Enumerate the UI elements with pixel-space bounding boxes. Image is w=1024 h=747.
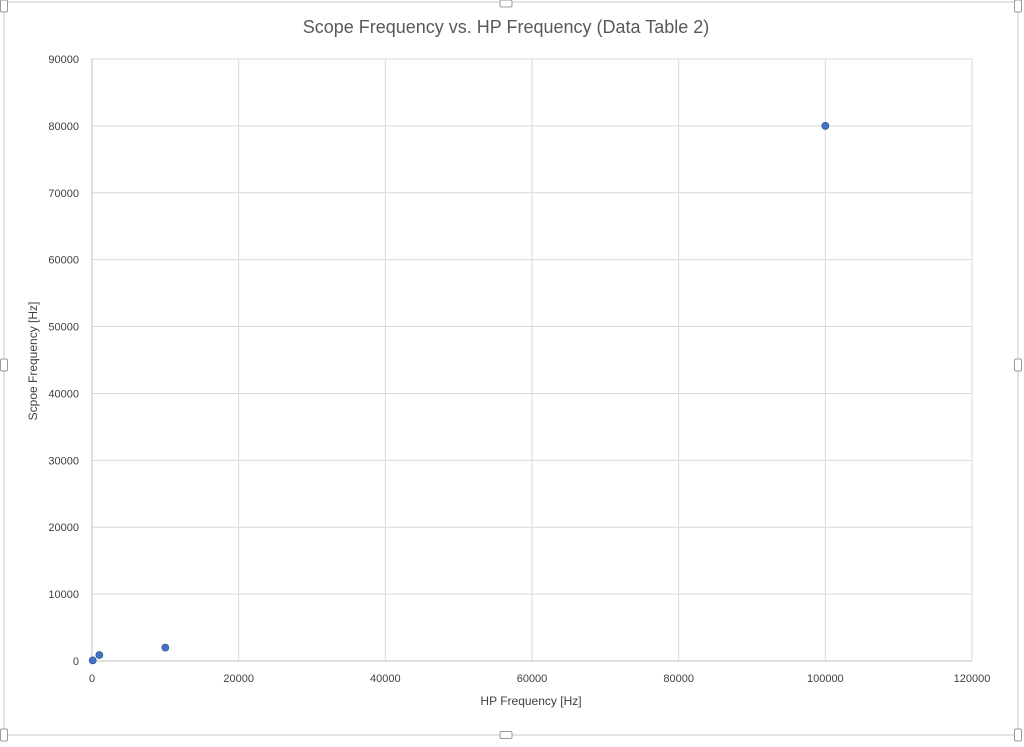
resize-handles [0, 0, 1022, 742]
y-tick-label: 0 [73, 656, 79, 668]
data-point [821, 122, 830, 130]
x-tick-label: 100000 [807, 673, 844, 685]
data-point [95, 651, 104, 659]
resize-handle [1014, 358, 1022, 372]
y-tick-label: 40000 [48, 388, 79, 400]
tick-labels: 0 20000 40000 60000 80000 100000 120000 0 10000 2… [48, 54, 990, 685]
resize-handle [0, 728, 8, 742]
y-tick-label: 10000 [48, 589, 79, 601]
y-axis-title: Scpoe Frequency [Hz] [26, 302, 40, 421]
x-tick-label: 80000 [663, 673, 694, 685]
y-tick-label: 50000 [48, 322, 79, 334]
x-tick-label: 120000 [954, 673, 991, 685]
x-axis-title: HP Frequency [Hz] [480, 694, 581, 708]
resize-handle [1014, 728, 1022, 742]
resize-handle [0, 358, 8, 372]
data-point [88, 656, 97, 665]
chart-title: Scope Frequency vs. HP Frequency (Data T… [303, 17, 710, 37]
y-tick-label: 30000 [48, 455, 79, 467]
y-tick-label: 90000 [48, 54, 79, 66]
chart-frame [3, 1, 1019, 736]
y-tick-label: 70000 [48, 188, 79, 200]
x-tick-label: 40000 [370, 673, 401, 685]
chart-area: 0 20000 40000 60000 80000 100000 120000 0 10000 2… [0, 0, 1024, 742]
resize-handle [1014, 0, 1022, 13]
x-tick-label: 0 [89, 673, 95, 685]
x-tick-label: 20000 [223, 673, 254, 685]
y-tick-label: 60000 [48, 255, 79, 267]
data-point [161, 643, 170, 652]
resize-handle [499, 731, 513, 739]
grid-lines [92, 58, 973, 661]
x-tick-label: 60000 [517, 673, 548, 685]
resize-handle [499, 0, 513, 8]
scatter-chart: 0 20000 40000 60000 80000 100000 120000 0 10000 2… [0, 0, 1022, 742]
resize-handle [0, 0, 8, 13]
y-tick-label: 80000 [48, 121, 79, 133]
y-tick-label: 20000 [48, 522, 79, 534]
